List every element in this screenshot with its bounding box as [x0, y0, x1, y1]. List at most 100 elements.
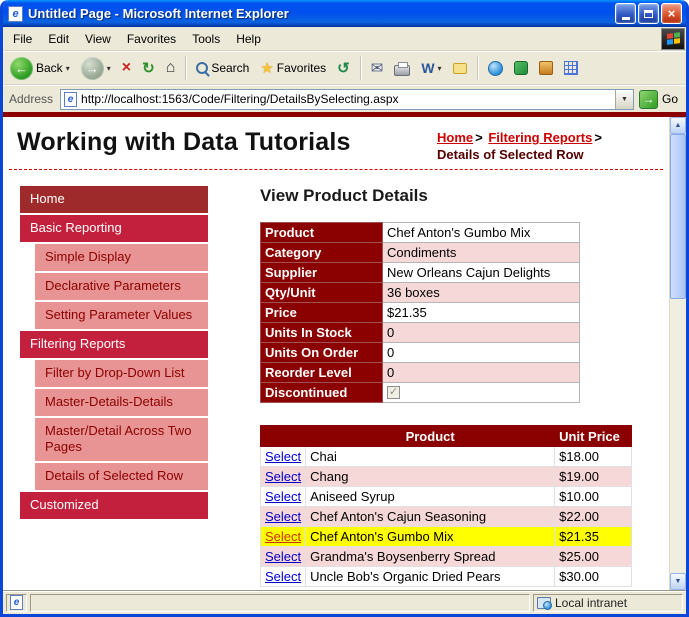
edit-dropdown-icon[interactable]: ▾	[438, 64, 442, 73]
menu-favorites[interactable]: Favorites	[119, 28, 184, 50]
scroll-down-button[interactable]: ▼	[670, 573, 686, 590]
im-button[interactable]	[511, 59, 531, 77]
breadcrumb-separator: >	[592, 130, 604, 145]
details-row: Price $21.35	[261, 303, 580, 323]
sidebar-item-master-details-details[interactable]: Master-Details-Details	[35, 389, 208, 416]
product-row: Select Chai $18.00	[261, 447, 632, 467]
details-label: Reorder Level	[261, 363, 383, 383]
toolbar-separator	[477, 56, 478, 80]
research-button[interactable]	[536, 59, 556, 77]
product-name: Chang	[306, 467, 555, 487]
column-header-select	[261, 426, 306, 447]
maximize-button[interactable]	[638, 3, 659, 24]
sidebar-item-basic-reporting[interactable]: Basic Reporting	[20, 215, 208, 242]
statusbar: e Local intranet	[3, 590, 686, 614]
mail-button[interactable]: ✉	[368, 57, 387, 79]
refresh-icon: ↻	[142, 59, 155, 77]
sidebar-item-simple-display[interactable]: Simple Display	[35, 244, 208, 271]
search-icon	[196, 62, 208, 74]
forward-dropdown-icon[interactable]: ▾	[107, 64, 111, 73]
sidebar-item-customized[interactable]: Customized	[20, 492, 208, 519]
gridview-header-row: Product Unit Price	[261, 426, 632, 447]
menu-file[interactable]: File	[5, 28, 40, 50]
select-link[interactable]: Select	[265, 529, 301, 544]
standard-buttons-toolbar: ← Back ▾ → ▾ × ↻ ⌂ Search ★ Favorites ↺ …	[3, 51, 686, 85]
product-price: $25.00	[555, 547, 632, 567]
discuss-button[interactable]	[450, 61, 470, 76]
column-header-product: Product	[306, 426, 555, 447]
details-label: Qty/Unit	[261, 283, 383, 303]
address-input[interactable]	[81, 91, 611, 108]
sidebar-item-declarative-parameters[interactable]: Declarative Parameters	[35, 273, 208, 300]
menu-help[interactable]: Help	[228, 28, 269, 50]
vertical-scrollbar[interactable]: ▲ ▼	[669, 117, 686, 590]
minimize-button[interactable]	[615, 3, 636, 24]
sidebar-item-filtering-reports[interactable]: Filtering Reports	[20, 331, 208, 358]
select-link[interactable]: Select	[265, 449, 301, 464]
scrollbar-thumb[interactable]	[670, 134, 686, 299]
menu-tools[interactable]: Tools	[184, 28, 228, 50]
scrollbar-track[interactable]	[670, 134, 686, 573]
maximize-icon	[644, 10, 653, 18]
scroll-up-icon: ▲	[675, 122, 682, 129]
menu-view[interactable]: View	[77, 28, 119, 50]
discuss-icon	[453, 63, 467, 74]
forward-button[interactable]: → ▾	[78, 55, 114, 82]
breadcrumb-section-link[interactable]: Filtering Reports	[488, 130, 592, 145]
sidebar-item-details-of-selected-row[interactable]: Details of Selected Row	[35, 463, 208, 490]
go-arrow-icon: →	[639, 90, 658, 109]
select-link[interactable]: Select	[265, 469, 301, 484]
product-name: Chai	[306, 447, 555, 467]
select-link[interactable]: Select	[265, 549, 301, 564]
product-name: Chef Anton's Cajun Seasoning	[306, 507, 555, 527]
sidebar-item-master-detail-across-two-pages[interactable]: Master/Detail Across Two Pages	[35, 418, 208, 461]
links-grid-button[interactable]	[561, 59, 581, 77]
toolbar-separator	[185, 56, 186, 80]
select-link[interactable]: Select	[265, 509, 301, 524]
details-value: ✓	[383, 383, 580, 403]
details-value: 36 boxes	[383, 283, 580, 303]
home-button[interactable]: ⌂	[163, 57, 179, 79]
print-button[interactable]	[391, 59, 413, 78]
page-viewport: Working with Data Tutorials Home> Filter…	[3, 117, 686, 590]
status-page-icon: e	[10, 595, 23, 610]
titlebar: e Untitled Page - Microsoft Internet Exp…	[3, 0, 686, 27]
address-combobox: e ▼	[60, 89, 634, 110]
product-row: Select Aniseed Syrup $10.00	[261, 487, 632, 507]
sidebar-item-setting-parameter-values[interactable]: Setting Parameter Values	[35, 302, 208, 329]
messenger-button[interactable]	[485, 59, 506, 78]
page-title: View Product Details	[260, 186, 669, 206]
select-link[interactable]: Select	[265, 569, 301, 584]
local-intranet-icon	[537, 597, 551, 609]
history-icon: ↺	[337, 59, 350, 77]
breadcrumb: Home> Filtering Reports> Details of Sele…	[437, 129, 657, 163]
breadcrumb-separator: >	[473, 130, 485, 145]
scroll-up-button[interactable]: ▲	[670, 117, 686, 134]
history-button[interactable]: ↺	[334, 57, 353, 79]
details-value: Chef Anton's Gumbo Mix	[383, 223, 580, 243]
search-button[interactable]: Search	[193, 59, 252, 77]
breadcrumb-home-link[interactable]: Home	[437, 130, 473, 145]
edit-word-icon: W	[421, 60, 434, 76]
product-name: Chef Anton's Gumbo Mix	[306, 527, 555, 547]
back-dropdown-icon[interactable]: ▾	[66, 64, 70, 73]
menu-edit[interactable]: Edit	[40, 28, 77, 50]
address-dropdown-button[interactable]: ▼	[615, 90, 633, 109]
details-label: Supplier	[261, 263, 383, 283]
sidebar-item-home[interactable]: Home	[20, 186, 208, 213]
select-link[interactable]: Select	[265, 489, 301, 504]
close-button[interactable]: ×	[661, 3, 682, 24]
edit-button[interactable]: W ▾	[418, 58, 444, 78]
im-icon	[514, 61, 528, 75]
back-button[interactable]: ← Back ▾	[7, 55, 73, 82]
refresh-button[interactable]: ↻	[139, 57, 158, 79]
column-header-unit-price: Unit Price	[555, 426, 632, 447]
go-button[interactable]: → Go	[639, 90, 682, 109]
go-label: Go	[662, 92, 678, 106]
stop-icon: ×	[122, 59, 131, 77]
favorites-button[interactable]: ★ Favorites	[257, 57, 329, 79]
product-row: Select Uncle Bob's Organic Dried Pears $…	[261, 567, 632, 587]
product-name: Aniseed Syrup	[306, 487, 555, 507]
sidebar-item-filter-by-dropdown-list[interactable]: Filter by Drop-Down List	[35, 360, 208, 387]
stop-button[interactable]: ×	[119, 57, 134, 79]
